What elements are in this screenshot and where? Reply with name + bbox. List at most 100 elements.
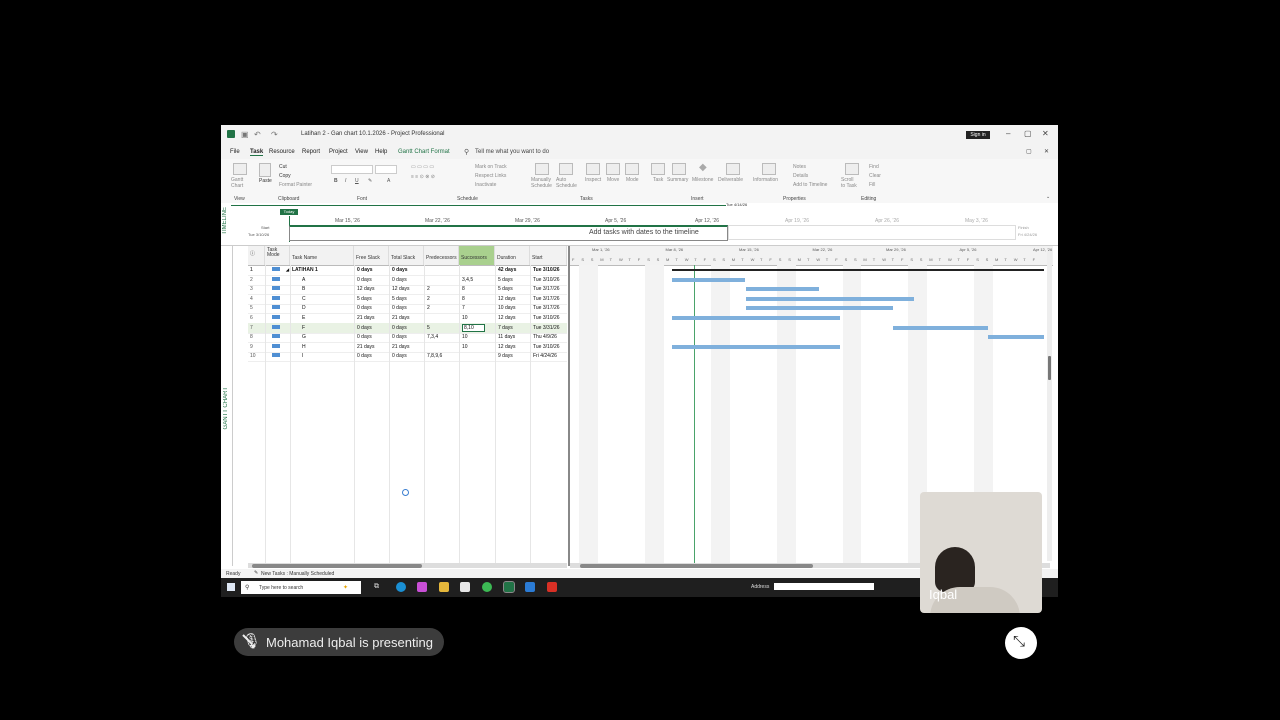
find-button[interactable]: Find — [869, 164, 879, 170]
address-input[interactable] — [774, 583, 874, 590]
cell-start[interactable]: Tue 3/17/26 — [533, 296, 560, 302]
task-bar[interactable] — [987, 335, 1044, 340]
inspect-button[interactable]: Inspect — [585, 177, 601, 183]
cell-pred[interactable]: 2 — [427, 305, 430, 311]
grid-hscroll-thumb[interactable] — [252, 564, 422, 568]
cell-succ[interactable]: 7 — [462, 305, 465, 311]
pdf-reader-icon[interactable] — [547, 582, 557, 592]
cell-pred[interactable]: 5 — [427, 325, 430, 331]
taskbar-search[interactable]: ⚲ Type here to search ✦ — [241, 581, 361, 594]
save-icon[interactable]: ▣ — [241, 130, 249, 139]
ribbon-restore-icon[interactable]: ▢ — [1026, 148, 1032, 155]
milestone-button[interactable]: Milestone — [692, 177, 713, 183]
ribbon-close-icon[interactable]: ✕ — [1044, 148, 1049, 155]
cell-name[interactable]: E — [302, 315, 305, 321]
cell-pred[interactable]: 2 — [427, 296, 430, 302]
mark-on-track-button[interactable]: Mark on Track — [475, 164, 507, 170]
details-button[interactable]: Details — [793, 173, 808, 179]
cell-total[interactable]: 21 days — [392, 315, 410, 321]
underline-icon[interactable]: U — [355, 178, 359, 184]
indent-icons[interactable]: ≡ ≡ ⊙ ⊗ ⊘ — [411, 174, 435, 180]
new-tasks-mode[interactable]: New Tasks : Manually Scheduled — [261, 571, 334, 577]
cell-total[interactable]: 5 days — [392, 296, 407, 302]
task-bar[interactable] — [671, 344, 841, 349]
cell-free[interactable]: 12 days — [357, 286, 375, 292]
gantt-chart-icon[interactable] — [233, 163, 247, 175]
summary-button[interactable]: Summary — [667, 177, 688, 183]
task-bar[interactable] — [745, 296, 914, 301]
cell-start[interactable]: Tue 3/17/26 — [533, 286, 560, 292]
task-bar[interactable] — [671, 277, 746, 282]
cell-dur[interactable]: 11 days — [498, 334, 515, 340]
windows-start-icon[interactable] — [227, 583, 235, 591]
store-icon[interactable] — [460, 582, 470, 592]
cell-succ[interactable]: 10 — [462, 344, 468, 350]
fill-button[interactable]: Fill — [869, 182, 875, 188]
cell-start[interactable]: Thu 4/9/26 — [533, 334, 557, 340]
cell-name[interactable]: F — [302, 325, 305, 331]
header-task-mode[interactable]: Task Mode — [265, 246, 290, 265]
header-free-slack[interactable]: Free Slack — [354, 246, 389, 265]
cell-total[interactable]: 0 days — [392, 267, 408, 273]
cell-free[interactable]: 0 days — [357, 353, 372, 359]
cell-start[interactable]: Tue 3/31/26 — [533, 325, 560, 331]
tab-help[interactable]: Help — [375, 149, 387, 155]
cell-total[interactable]: 12 days — [392, 286, 410, 292]
cell-total[interactable]: 0 days — [392, 305, 407, 311]
chrome-icon[interactable] — [482, 582, 492, 592]
cell-succ[interactable]: 8 — [462, 296, 465, 302]
collapse-summary-icon[interactable]: ◢ — [286, 267, 289, 272]
add-to-timeline-button[interactable]: Add to Timeline — [793, 182, 827, 188]
cell-total[interactable]: 21 days — [392, 344, 410, 350]
undo-icon[interactable]: ↶ — [254, 130, 261, 139]
paste-button[interactable]: Paste — [259, 178, 272, 184]
italic-icon[interactable]: I — [345, 178, 346, 184]
cell-start[interactable]: Tue 3/10/26 — [533, 344, 560, 350]
indicators-header[interactable]: ⓘ — [248, 246, 265, 265]
cell-free[interactable]: 0 days — [357, 277, 372, 283]
font-name-select[interactable] — [331, 165, 373, 174]
close-icon[interactable]: ✕ — [1042, 129, 1049, 138]
paste-icon[interactable] — [259, 163, 271, 177]
task-bar[interactable] — [671, 316, 841, 320]
cell-pred[interactable]: 7,3,4 — [427, 334, 438, 340]
inactivate-button[interactable]: Inactivate — [475, 182, 496, 188]
cell-succ[interactable]: 8 — [462, 286, 465, 292]
cell-dur[interactable]: 5 days — [498, 277, 513, 283]
milestone-icon[interactable]: ◆ — [699, 162, 707, 173]
copilot-icon[interactable] — [417, 582, 427, 592]
cell-name[interactable]: C — [302, 296, 306, 302]
cell-dur[interactable]: 5 days — [498, 286, 513, 292]
tell-me-input[interactable]: Tell me what you want to do — [475, 149, 549, 155]
cell-dur[interactable]: 12 days — [498, 296, 516, 302]
cell-free[interactable]: 21 days — [357, 315, 375, 321]
summary-bar[interactable] — [671, 269, 1044, 271]
auto-schedule-button[interactable]: Auto Schedule — [556, 177, 578, 189]
auto-schedule-icon[interactable] — [559, 163, 573, 175]
tab-resource[interactable]: Resource — [269, 149, 295, 155]
summary-icon[interactable] — [672, 163, 686, 175]
cell-name[interactable]: D — [302, 305, 306, 311]
cut-button[interactable]: Cut — [279, 164, 287, 170]
cell-total[interactable]: 0 days — [392, 334, 407, 340]
header-task-name[interactable]: Task Name — [290, 246, 354, 265]
cell-name[interactable]: LATIHAN 1 — [292, 267, 318, 273]
scroll-to-task-icon[interactable] — [845, 163, 859, 175]
header-start[interactable]: Start — [530, 246, 567, 265]
cell-free[interactable]: 0 days — [357, 334, 372, 340]
gantt-vscroll-thumb[interactable] — [1048, 356, 1051, 380]
cell-start[interactable]: Tue 3/10/26 — [533, 315, 560, 321]
cell-free[interactable]: 0 days — [357, 305, 372, 311]
insert-task-button[interactable]: Task — [653, 177, 663, 183]
file-explorer-icon[interactable] — [439, 582, 449, 592]
cell-dur[interactable]: 42 days — [498, 267, 516, 273]
cell-dur[interactable]: 7 days — [498, 325, 513, 331]
move-icon[interactable] — [606, 163, 620, 175]
table-row[interactable]: 10 I 0 days 0 days 7,8,9,6 9 days Fri 4/24/26 — [248, 351, 567, 363]
header-duration[interactable]: Duration — [495, 246, 530, 265]
redo-icon[interactable]: ↷ — [271, 130, 278, 139]
cell-succ[interactable]: 10 — [462, 315, 468, 321]
cell-dur[interactable]: 12 days — [498, 315, 516, 321]
sign-in-button[interactable]: Sign in — [966, 131, 990, 139]
cell-total[interactable]: 0 days — [392, 353, 407, 359]
